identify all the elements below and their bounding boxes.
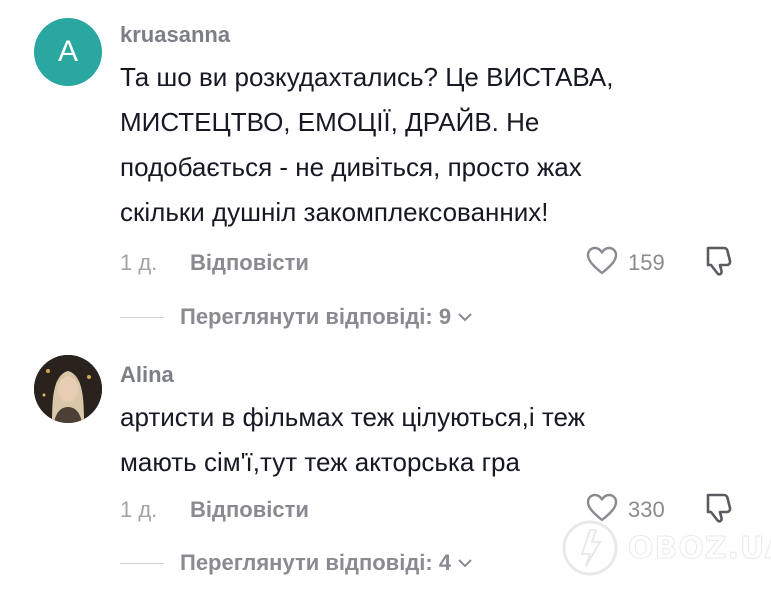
replies-divider (120, 317, 164, 318)
comment-text-line: подобається - не дивіться, просто жах (120, 152, 582, 182)
replies-divider (120, 563, 164, 564)
comment-text: Та шо ви розкудахтались? Це ВИСТАВА, МИС… (120, 55, 720, 235)
watermark: OBOZ.UA (560, 518, 771, 578)
comment-text-line: Та шо ви розкудахтались? Це ВИСТАВА, (120, 62, 614, 92)
like-count: 159 (628, 250, 665, 275)
chevron-down-icon (458, 313, 472, 322)
user-photo-icon (34, 355, 102, 423)
thumbs-down-icon[interactable] (700, 242, 736, 278)
avatar[interactable]: A (34, 18, 102, 86)
comment-timestamp: 1 д. (120, 497, 158, 522)
comment-text-line: артисти в фільмах теж цілуються,і теж (120, 402, 586, 432)
heart-outline-icon[interactable] (586, 246, 618, 276)
chevron-down-icon (458, 559, 472, 568)
comment-timestamp: 1 д. (120, 250, 158, 275)
comment-text-line: скільки душніл закомплексованних! (120, 197, 549, 227)
view-replies-button[interactable]: Переглянути відповіді: 9 (180, 304, 473, 330)
view-replies-label: Переглянути відповіді: 4 (180, 550, 452, 575)
comment-text-line: МИСТЕЦТВО, ЕМОЦІЇ, ДРАЙВ. Не (120, 107, 540, 137)
reply-button[interactable]: Відповісти (190, 497, 309, 523)
comment-text: артисти в фільмах теж цілуються,і теж ма… (120, 395, 720, 485)
avatar[interactable] (34, 355, 102, 423)
reply-button[interactable]: Відповісти (190, 250, 309, 276)
watermark-logo-icon (562, 520, 618, 576)
avatar-letter: A (57, 35, 78, 68)
view-replies-button[interactable]: Переглянути відповіді: 4 (180, 550, 473, 576)
view-replies-label: Переглянути відповіді: 9 (180, 304, 452, 329)
watermark-text: OBOZ.UA (628, 530, 771, 566)
comment-text-line: мають сім'ї,тут теж акторська гра (120, 447, 520, 477)
comment-username[interactable]: kruasanna (120, 22, 230, 48)
comment-username[interactable]: Alina (120, 362, 174, 388)
